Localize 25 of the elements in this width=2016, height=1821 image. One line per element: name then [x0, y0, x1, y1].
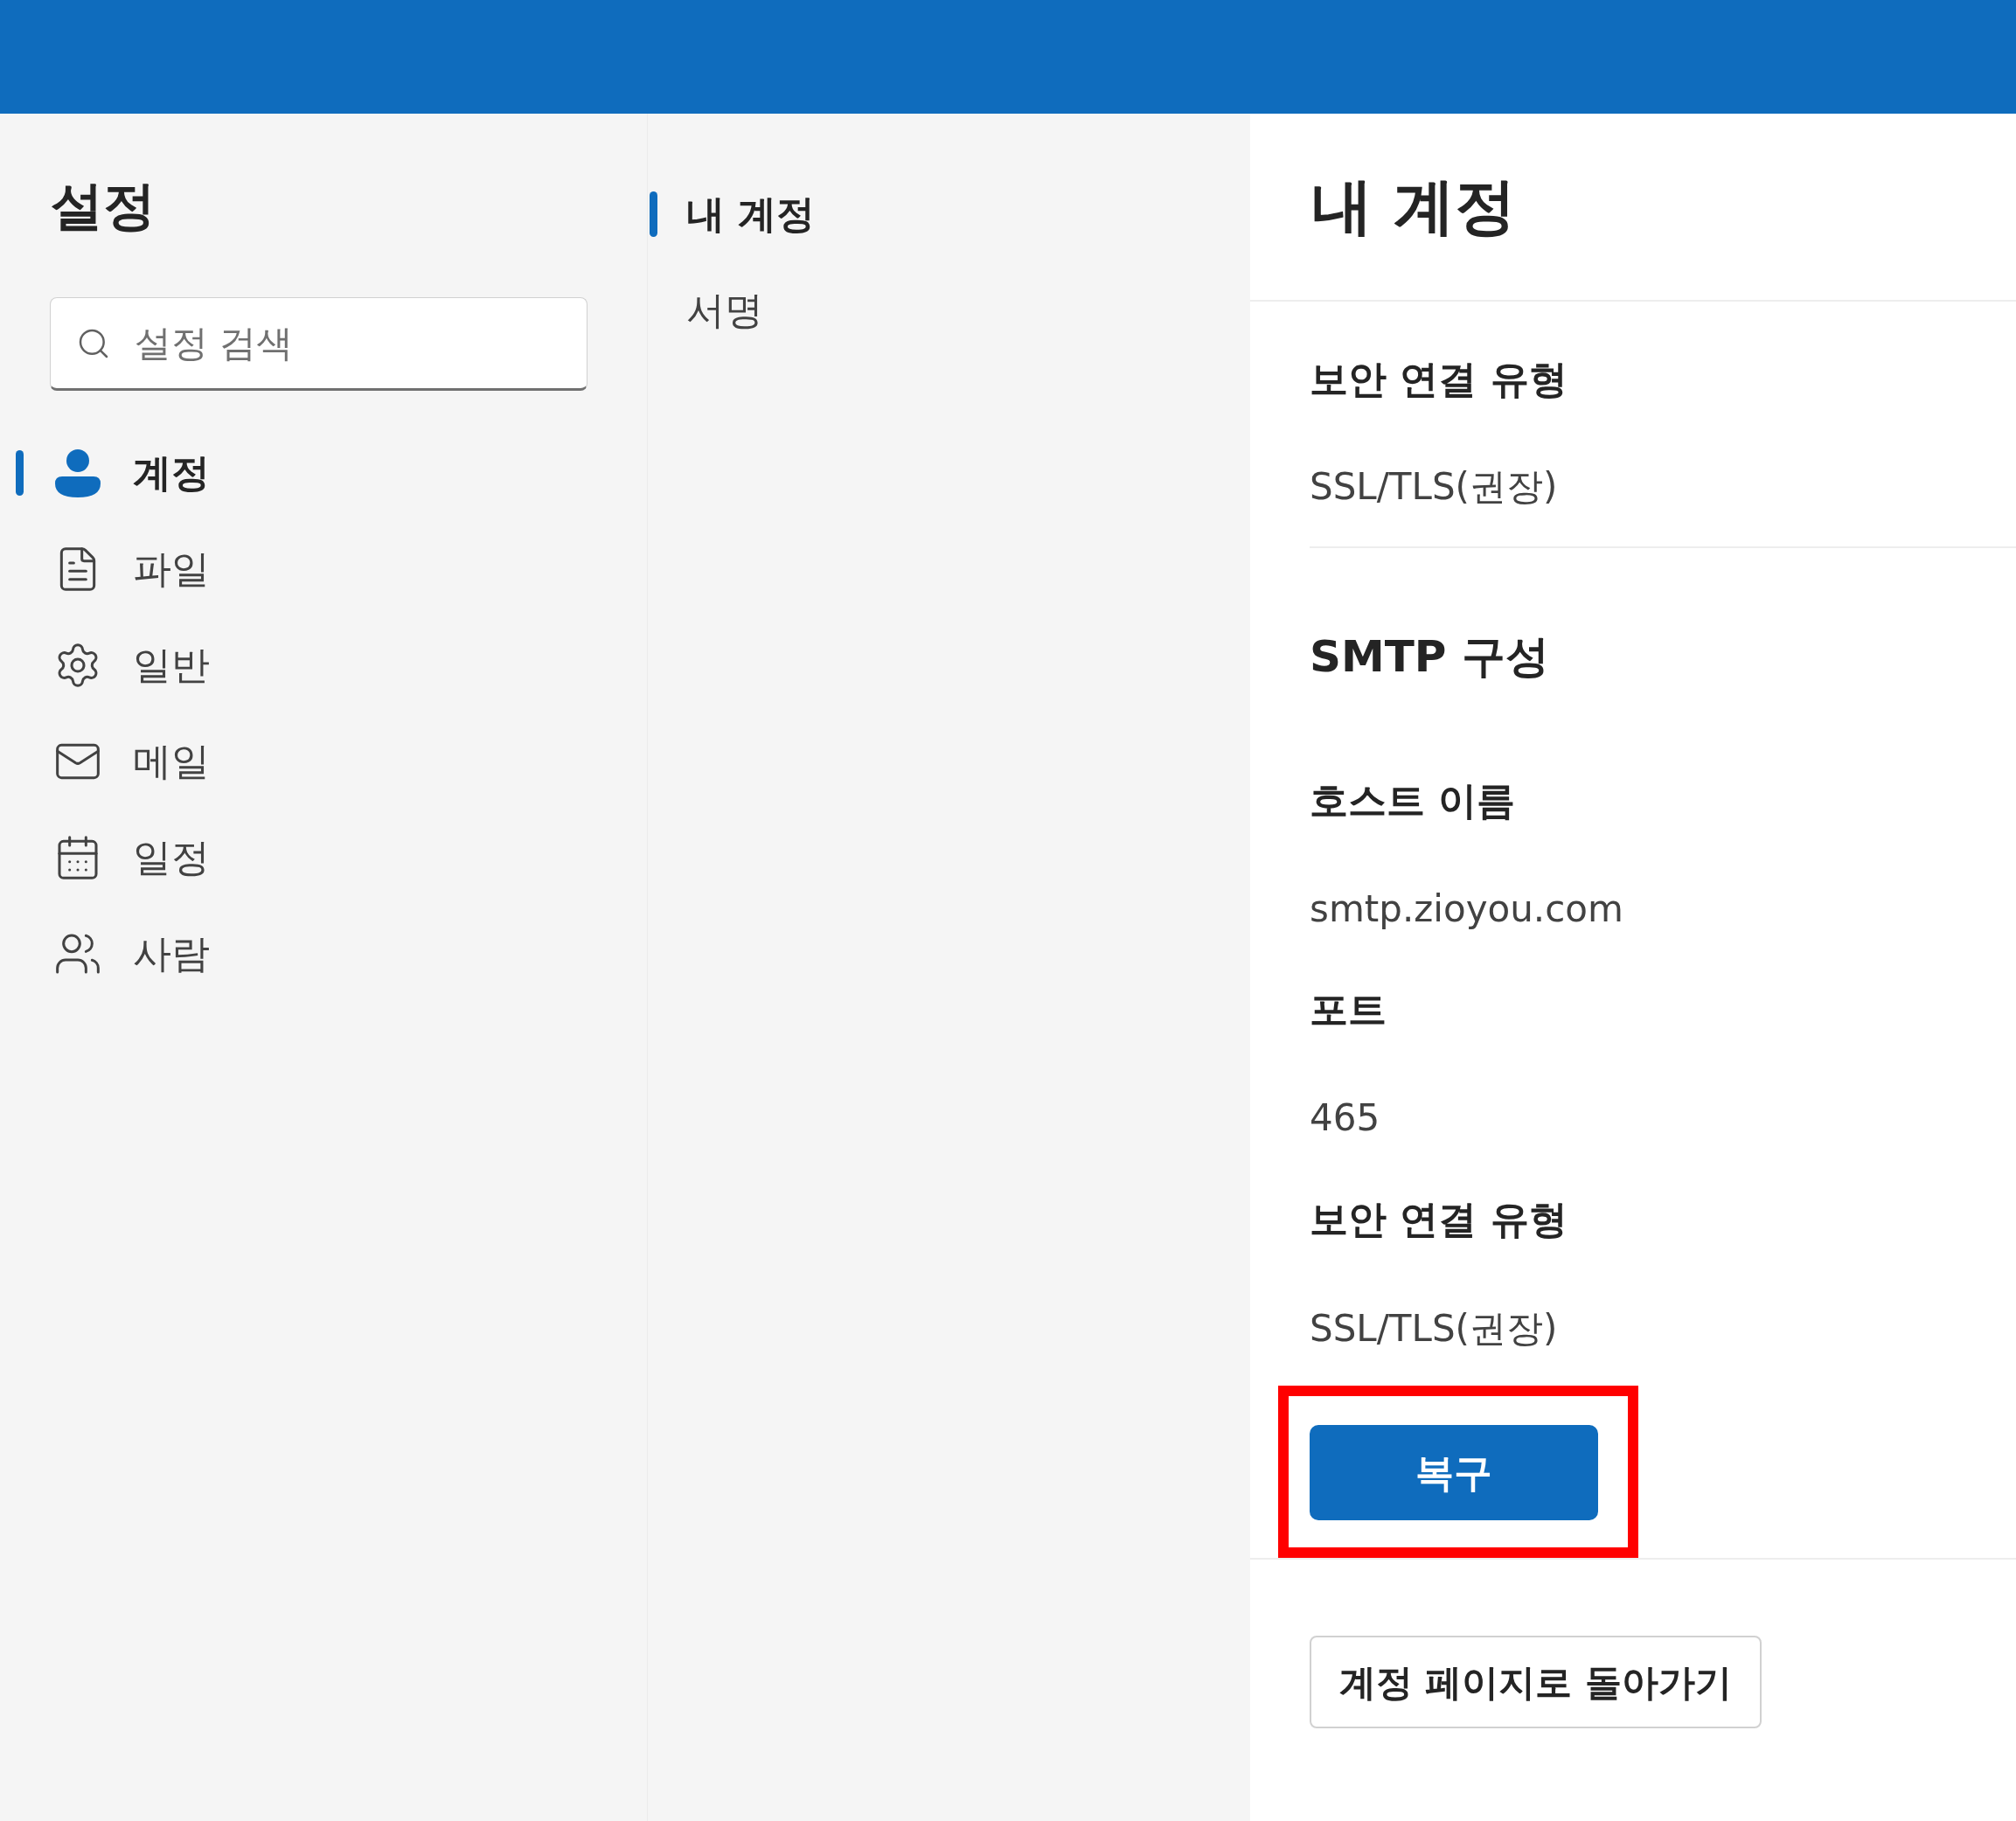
field-label: 보안 연결 유형 — [1310, 356, 1568, 403]
category-item[interactable]: 일정 — [0, 810, 647, 906]
page-title: 내 계정 — [1311, 170, 1517, 244]
selection-indicator — [16, 450, 24, 496]
category-item[interactable]: 메일 — [0, 713, 647, 810]
category-item[interactable]: 계정 — [0, 425, 647, 521]
person-icon — [55, 448, 101, 497]
field-value: 465 — [1310, 1095, 1380, 1141]
field-value: SSL/TLS(권장) — [1310, 463, 1558, 510]
selection-indicator — [650, 191, 657, 237]
field-label: 호스트 이름 — [1310, 777, 1516, 824]
category-item[interactable]: 일반 — [0, 617, 647, 713]
field-value: smtp.zioyou.com — [1310, 886, 1623, 932]
section-heading: SMTP 구성 — [1310, 629, 1549, 684]
field-label: 포트 — [1310, 986, 1387, 1033]
back-to-account-button[interactable]: 계정 페이지로 돌아가기 — [1310, 1636, 1762, 1728]
subpage-item[interactable]: 내 계정 — [648, 166, 1250, 262]
field-value: SSL/TLS(권장) — [1310, 1305, 1558, 1352]
settings-title: 설정 — [51, 174, 156, 238]
category-item[interactable]: 사람 — [0, 906, 647, 1002]
restore-button[interactable]: 복구 — [1310, 1425, 1598, 1520]
search-field[interactable]: 설정 검색 — [50, 297, 587, 391]
subpage-item[interactable]: 서명 — [648, 262, 1250, 358]
category-item[interactable]: 파일 — [0, 521, 647, 617]
field-label: 보안 연결 유형 — [1310, 1196, 1568, 1243]
